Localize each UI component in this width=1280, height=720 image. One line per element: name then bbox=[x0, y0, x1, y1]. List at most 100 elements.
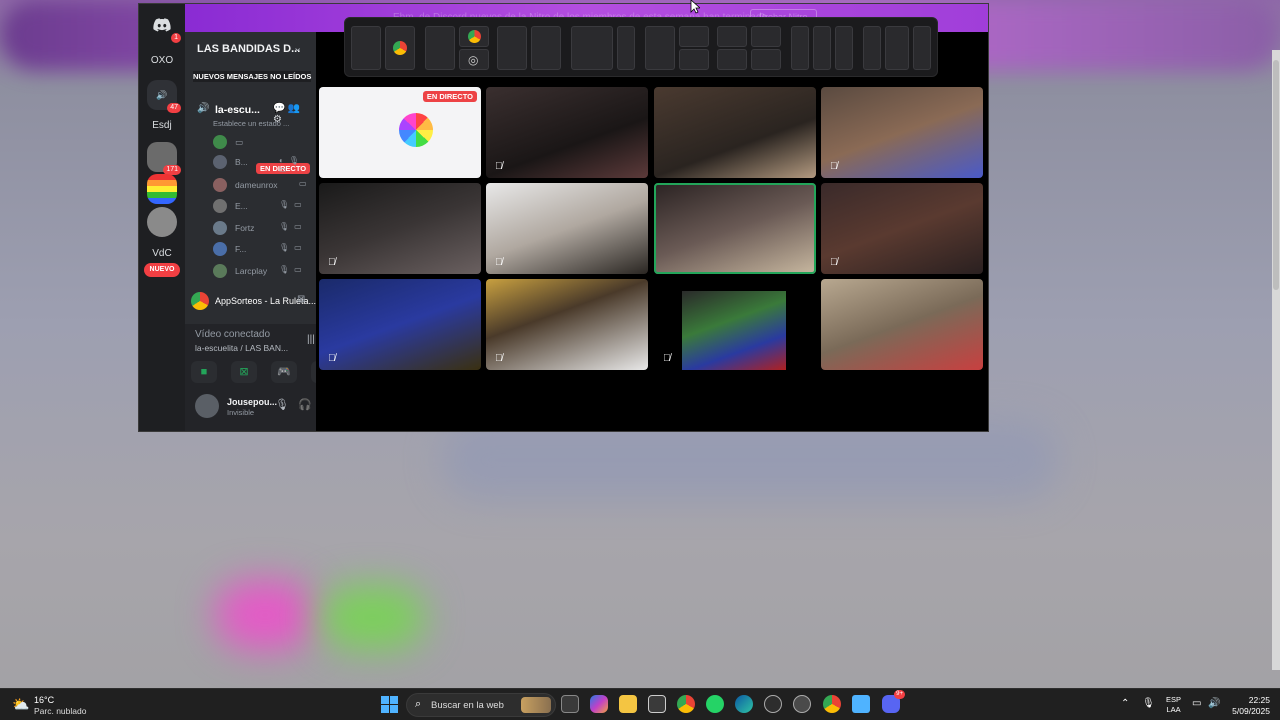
layout-option[interactable] bbox=[385, 26, 415, 70]
whatsapp-icon[interactable] bbox=[706, 695, 724, 713]
layout-option[interactable] bbox=[885, 26, 909, 70]
voice-channel-item[interactable]: 🔊 la-escu... 💬👥⚙ bbox=[195, 100, 311, 125]
camera-button[interactable]: ■ bbox=[191, 361, 217, 383]
task-view-icon[interactable] bbox=[561, 695, 579, 713]
chevron-up-icon[interactable]: ⌃ bbox=[1121, 698, 1129, 709]
video-tile[interactable]: 🎙̸ bbox=[486, 183, 648, 274]
chrome-icon[interactable] bbox=[677, 695, 695, 713]
layout-option[interactable] bbox=[425, 26, 455, 70]
language-indicator[interactable]: ESP LAA bbox=[1166, 695, 1181, 715]
layout-option[interactable] bbox=[645, 26, 675, 70]
video-tile[interactable]: 🎙̸ bbox=[319, 183, 481, 274]
member-item[interactable]: dameunrox ▭ bbox=[213, 175, 313, 195]
layout-option[interactable] bbox=[791, 26, 809, 70]
video-tile[interactable]: 🎙̸ bbox=[486, 279, 648, 370]
video-tile[interactable] bbox=[654, 87, 816, 178]
layout-option[interactable] bbox=[717, 26, 747, 47]
member-item[interactable]: B... ◐🎙▭ bbox=[213, 152, 313, 174]
system-clock[interactable]: 22:25 5/09/2025 bbox=[1228, 695, 1270, 717]
member-name: Larcplay bbox=[235, 266, 268, 276]
server-47[interactable]: 🔊 47 bbox=[147, 80, 181, 113]
member-item[interactable]: F... 🎙▭ bbox=[213, 239, 313, 259]
server-avatar-171[interactable]: 171 bbox=[147, 142, 181, 175]
headphones-icon[interactable]: 🎧 bbox=[298, 398, 312, 411]
video-tile-speaking[interactable] bbox=[654, 183, 816, 274]
file-explorer-icon[interactable] bbox=[619, 695, 637, 713]
scrollbar-thumb[interactable] bbox=[1273, 60, 1279, 290]
layout-option[interactable] bbox=[617, 26, 635, 70]
microphone-icon[interactable]: 🎙 bbox=[1142, 698, 1155, 709]
layout-option[interactable] bbox=[679, 49, 709, 70]
member-status-icons: 🎙▭ bbox=[279, 222, 307, 231]
weather-condition[interactable]: Parc. nublado bbox=[34, 706, 86, 716]
layout-option[interactable] bbox=[459, 26, 489, 47]
video-tile[interactable]: 🎙̸ bbox=[319, 279, 481, 370]
video-tile[interactable]: 🎙̸ bbox=[654, 279, 816, 370]
weather-cloud-icon[interactable]: ⛅ bbox=[12, 696, 29, 713]
server-rainbow[interactable] bbox=[147, 174, 177, 204]
network-icon[interactable]: ▭ bbox=[1192, 698, 1201, 709]
muted-mic-icon: 🎙̸ bbox=[328, 353, 336, 364]
taskbar-search[interactable]: ⌕ Buscar en la web bbox=[406, 693, 556, 717]
microphone-icon[interactable]: 🎙 bbox=[275, 398, 289, 411]
activity-item[interactable]: AppSorteos - La Ruleta... ⊠ bbox=[185, 290, 316, 312]
discord-home-icon[interactable]: 1 bbox=[147, 10, 181, 43]
layout-option[interactable] bbox=[679, 26, 709, 47]
layout-option[interactable] bbox=[717, 49, 747, 70]
layout-option[interactable] bbox=[497, 26, 527, 70]
layout-option[interactable]: ◎ bbox=[459, 49, 489, 70]
search-highlight-icon bbox=[521, 697, 551, 713]
edge-icon[interactable] bbox=[735, 695, 753, 713]
discord-icon[interactable]: 9+ bbox=[882, 690, 905, 713]
server-avatar-gray[interactable] bbox=[147, 207, 177, 237]
video-tile[interactable] bbox=[821, 279, 983, 370]
set-status-placeholder[interactable]: Establece un estado ... bbox=[213, 119, 289, 128]
video-tile[interactable]: 🎙̸ bbox=[486, 87, 648, 178]
layout-option[interactable] bbox=[813, 26, 831, 70]
video-tile-stream[interactable]: EN DIRECTO bbox=[319, 87, 481, 178]
layout-option[interactable] bbox=[751, 26, 781, 47]
open-activity-icon[interactable]: ⊠ bbox=[297, 294, 305, 305]
user-name[interactable]: Jousepou... bbox=[227, 397, 277, 407]
server-oxo[interactable]: OXO bbox=[147, 45, 177, 75]
discord-badge: 9+ bbox=[894, 690, 905, 699]
live-badge: EN DIRECTO bbox=[422, 91, 477, 102]
noise-suppression-icon[interactable]: ||| bbox=[307, 334, 315, 345]
steam-icon[interactable] bbox=[764, 695, 782, 713]
layout-option[interactable] bbox=[571, 26, 613, 70]
activity-button[interactable]: 🎮 bbox=[271, 361, 297, 383]
home-badge: 1 bbox=[171, 33, 181, 43]
member-streamer[interactable]: ▭ bbox=[213, 132, 313, 152]
layout-option[interactable] bbox=[835, 26, 853, 70]
server-esdj[interactable]: Esdj bbox=[147, 110, 177, 140]
layout-option[interactable] bbox=[351, 26, 381, 70]
layout-option[interactable] bbox=[863, 26, 881, 70]
background-scrollbar[interactable] bbox=[1272, 50, 1280, 670]
muted-mic-icon: 🎙̸ bbox=[495, 353, 503, 364]
volume-icon[interactable]: 🔊 bbox=[1208, 698, 1220, 709]
voice-channel-link[interactable]: la-escuelita / LAS BAN... bbox=[195, 343, 288, 353]
unread-messages-pill[interactable]: NUEVOS MENSAJES NO LEÍDOS bbox=[193, 71, 312, 82]
video-tile[interactable]: 🎙̸ bbox=[821, 87, 983, 178]
member-item[interactable]: Fortz 🎙▭ bbox=[213, 218, 313, 238]
weather-temperature[interactable]: 16°C bbox=[34, 695, 54, 705]
chevron-down-icon[interactable]: ⌄ bbox=[293, 41, 302, 54]
video-tile[interactable]: 🎙̸ bbox=[821, 183, 983, 274]
layout-option[interactable] bbox=[531, 26, 561, 70]
layout-option[interactable] bbox=[913, 26, 931, 70]
notepad-icon[interactable] bbox=[852, 695, 870, 713]
avatar[interactable] bbox=[195, 394, 219, 418]
voice-status: Vídeo conectado bbox=[195, 329, 271, 340]
obs-icon[interactable] bbox=[793, 695, 811, 713]
member-item[interactable]: Larcplay 🎙▭ bbox=[213, 261, 313, 281]
chrome-profile-icon[interactable] bbox=[823, 695, 841, 713]
guild-name[interactable]: LAS BANDIDAS D... bbox=[197, 43, 300, 55]
screen-share-button[interactable]: ⊠ bbox=[231, 361, 257, 383]
windows-start-icon[interactable] bbox=[381, 696, 398, 713]
microsoft-store-icon[interactable] bbox=[648, 695, 666, 713]
layout-option[interactable] bbox=[751, 49, 781, 70]
avatar bbox=[213, 221, 227, 235]
new-servers-pill[interactable]: NUEVO bbox=[144, 263, 180, 277]
member-item[interactable]: E... 🎙▭ bbox=[213, 196, 313, 216]
copilot-icon[interactable] bbox=[590, 695, 608, 713]
